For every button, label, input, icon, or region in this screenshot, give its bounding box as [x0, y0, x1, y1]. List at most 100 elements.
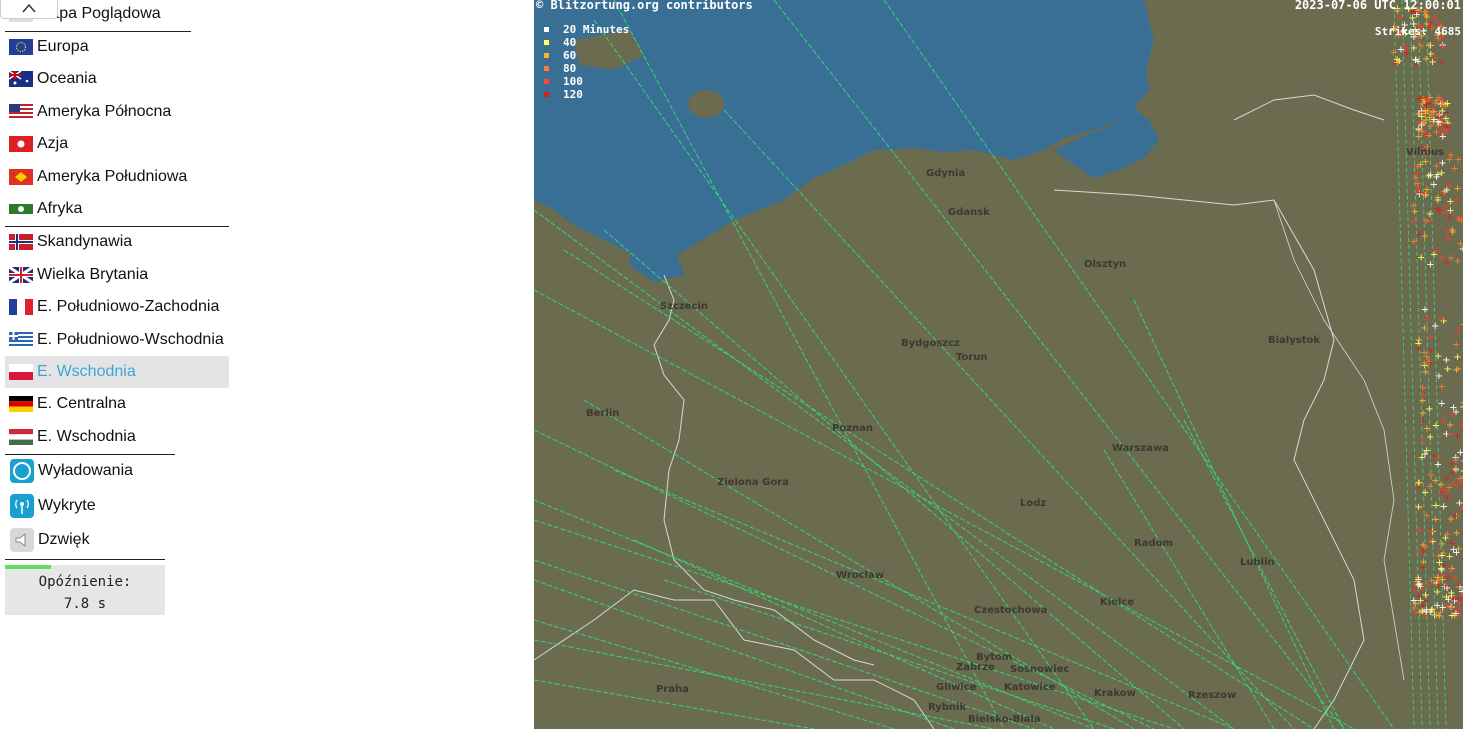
- city-label: Olsztyn: [1084, 259, 1127, 270]
- menu-item-southeast-europe[interactable]: E. Południowo-Wschodnia: [5, 324, 224, 356]
- usa-flag-icon: [9, 104, 33, 120]
- city-label: Lublin: [1240, 557, 1275, 568]
- strike-crosses: +++++++++++++ +++++++++++++++ ++++++++++++…: [1389, 3, 1463, 622]
- strike-cross: +: [1434, 459, 1442, 470]
- city-label: Bydgoszcz: [901, 338, 960, 349]
- strike-cross: +: [1409, 201, 1417, 212]
- strike-cross: +: [1454, 580, 1462, 591]
- legend-row: 20 Minutes: [544, 23, 629, 36]
- separator: [5, 559, 165, 560]
- poland-border: [1053, 189, 1365, 729]
- uk-flag-icon: [9, 267, 33, 283]
- strike-cross: +: [1442, 355, 1450, 366]
- legend-label: 100: [563, 75, 583, 88]
- strike-cross: +: [1420, 358, 1428, 369]
- city-label: Szczecin: [660, 301, 709, 312]
- strike-cross: +: [1418, 453, 1426, 464]
- city-label: Poznan: [832, 423, 874, 434]
- strike-line: [1183, 419, 1345, 729]
- strike-cross: +: [1433, 601, 1441, 612]
- city-label: Gliwice: [936, 682, 977, 693]
- strike-cross: +: [1452, 365, 1460, 376]
- strike-cross: +: [1417, 41, 1425, 52]
- strike-cross: +: [1459, 402, 1463, 413]
- strike-cross: +: [1395, 56, 1403, 67]
- city-label: Zielona Gora: [717, 477, 789, 488]
- menu-item-europa[interactable]: Europa: [5, 31, 89, 63]
- menu-item-south-america[interactable]: Ameryka Południowa: [5, 161, 187, 193]
- menu-item-east-europe-active[interactable]: E. Wschodnia: [5, 356, 229, 388]
- lightning-map[interactable]: + + + + + + + + + + + + + + + + + + + + + + + + + + + + + + + + + + + + + + + +…: [534, 0, 1463, 729]
- collapse-menu-button[interactable]: [0, 0, 58, 19]
- legend-row: 80: [544, 62, 576, 75]
- strike-cross: +: [1419, 119, 1427, 130]
- menu-item-asia[interactable]: Azja: [5, 128, 68, 160]
- menu-item-north-america[interactable]: Ameryka Północna: [5, 96, 171, 128]
- menu-item-oceania[interactable]: Oceania: [5, 63, 97, 95]
- city-label: Kielce: [1100, 597, 1135, 608]
- legend-label: 60: [563, 49, 577, 62]
- toggle-strikes[interactable]: Wyładowania: [5, 455, 133, 487]
- legend-row: 40: [544, 36, 576, 49]
- menu-item-label: Ameryka Północna: [37, 103, 172, 120]
- city-label: Rzeszow: [1188, 690, 1237, 701]
- france-flag-icon: [9, 299, 33, 315]
- strike-cross: +: [1433, 587, 1441, 598]
- menu-item-label: E. Centralna: [37, 395, 126, 412]
- strike-cross: +: [1421, 304, 1429, 315]
- menu-item-east-europe-2[interactable]: E. Wschodnia: [5, 421, 136, 453]
- toggle-detected[interactable]: Wykryte: [5, 490, 96, 522]
- tool-label: Wykryte: [38, 497, 96, 514]
- strike-cross: +: [1449, 594, 1457, 605]
- city-label: Warszawa: [1112, 443, 1169, 454]
- strike-cross: +: [1426, 259, 1434, 270]
- city-label: Bielsko-Biala: [968, 714, 1041, 725]
- poland-flag-icon: [9, 364, 33, 380]
- strike-cross: +: [1448, 459, 1456, 470]
- city-label: Gdansk: [948, 207, 990, 218]
- strike-cross: +: [1427, 470, 1435, 481]
- city-label: Torun: [956, 352, 988, 363]
- strike-cross: +: [1442, 107, 1450, 118]
- south-america-flag-icon: [9, 169, 33, 185]
- strike-cross: +: [1439, 132, 1447, 143]
- strike-cross: +: [1414, 343, 1422, 354]
- menu-item-africa[interactable]: Afryka: [5, 193, 82, 225]
- legend-row: 100: [544, 75, 583, 88]
- legend-swatch: [544, 79, 549, 84]
- east-border: [1273, 199, 1405, 681]
- city-label: Katowice: [1004, 682, 1056, 693]
- menu-item-label: E. Wschodnia: [37, 363, 136, 380]
- strike-line: [663, 579, 1115, 729]
- menu-item-great-britain[interactable]: Wielka Brytania: [5, 259, 148, 291]
- africa-flag-icon: [9, 201, 33, 217]
- strike-cross: +: [1437, 480, 1445, 491]
- city-label: Bialystok: [1268, 335, 1320, 346]
- strike-cross: +: [1453, 430, 1461, 441]
- circle-icon: [10, 459, 34, 483]
- strike-cross: +: [1432, 172, 1440, 183]
- strike-cross: +: [1420, 323, 1428, 334]
- legend-swatch: [544, 66, 549, 71]
- delay-title: Opóźnienie:: [38, 574, 132, 590]
- strike-cross: +: [1432, 246, 1440, 257]
- strike-cross: +: [1457, 420, 1463, 431]
- sidebar: Mapa Poglądowa Europa Oceania Ameryka Pó…: [0, 0, 240, 729]
- chevron-up-icon: [22, 3, 36, 13]
- strike-cross: +: [1410, 236, 1418, 247]
- map-timestamp: 2023-07-06 UTC 12:00:01: [1294, 0, 1461, 12]
- strike-line: [883, 0, 1395, 729]
- city-label: Radom: [1134, 538, 1173, 549]
- menu-item-central-europe[interactable]: E. Centralna: [5, 388, 126, 420]
- strike-cross: +: [1434, 351, 1442, 362]
- strike-cross: +: [1397, 44, 1405, 55]
- strike-line: [1393, 0, 1415, 729]
- toggle-sound[interactable]: Dzwięk: [5, 524, 90, 556]
- strike-cross: +: [1419, 600, 1427, 611]
- strike-cross: +: [1438, 539, 1446, 550]
- strike-line: [534, 519, 1175, 729]
- strike-cross: +: [1432, 515, 1440, 526]
- strike-cross: +: [1445, 552, 1453, 563]
- menu-item-southwest-europe[interactable]: E. Południowo-Zachodnia: [5, 291, 219, 323]
- menu-item-scandinavia[interactable]: Skandynawia: [5, 226, 132, 258]
